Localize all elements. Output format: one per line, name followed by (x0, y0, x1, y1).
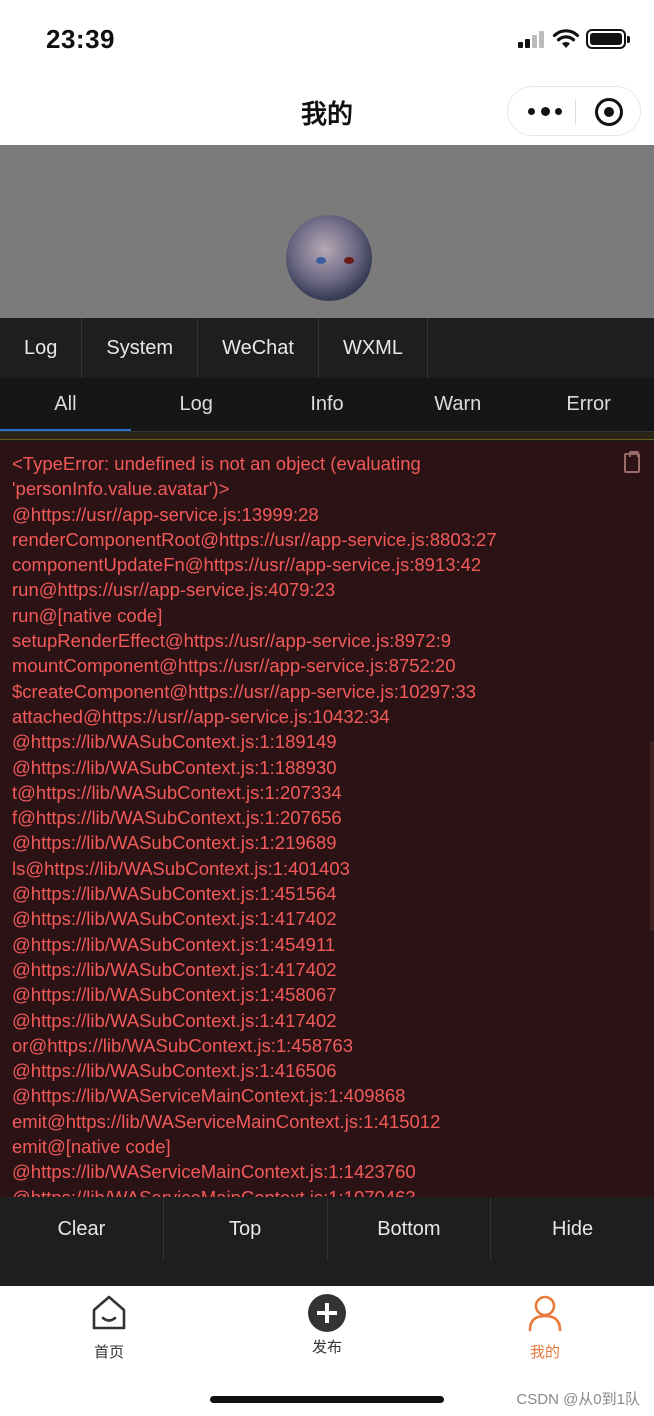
profile-header (0, 145, 654, 318)
log-line: run@https://usr//app-service.js:4079:23 (12, 579, 336, 601)
log-line: @https://lib/WASubContext.js:1:458067 (12, 984, 337, 1006)
log-line: @https://lib/WASubContext.js:1:189149 (12, 731, 337, 753)
log-line: $createComponent@https://usr//app-servic… (12, 680, 477, 702)
log-line: renderComponentRoot@https://usr//app-ser… (12, 528, 497, 550)
console-toolbar: Clear Top Bottom Hide (0, 1197, 654, 1286)
wifi-icon (552, 29, 580, 48)
log-line: mountComponent@https://usr//app-service.… (12, 655, 456, 677)
close-miniprogram-icon[interactable] (595, 98, 623, 126)
tab-mine-label: 我的 (529, 1344, 560, 1361)
tab-publish[interactable]: 发布 (272, 1294, 382, 1357)
log-line: <TypeError: undefined is not an object (… (12, 453, 421, 474)
log-line: emit@https://lib/WAServiceMainContext.js… (12, 1110, 441, 1132)
log-line: @https://lib/WASubContext.js:1:416506 (12, 1060, 337, 1082)
tab-mine[interactable]: 我的 (490, 1294, 600, 1362)
avatar[interactable] (286, 215, 372, 301)
log-line: componentUpdateFn@https://usr//app-servi… (12, 554, 482, 576)
status-bar: 23:39 (0, 0, 654, 82)
log-line: or@https://lib/WASubContext.js:1:458763 (12, 1034, 353, 1056)
log-line: f@https://lib/WASubContext.js:1:207656 (12, 807, 342, 829)
log-line: run@[native code] (12, 604, 163, 626)
subtab-warn[interactable]: Warn (392, 378, 523, 431)
console-subtabs: All Log Info Warn Error (0, 378, 654, 432)
top-button[interactable]: Top (164, 1197, 328, 1261)
log-line: @https://lib/WASubContext.js:1:417402 (12, 1009, 337, 1031)
scrollbar[interactable] (650, 741, 654, 931)
clear-button[interactable]: Clear (0, 1197, 164, 1261)
log-line: @https://lib/WASubContext.js:1:417402 (12, 908, 337, 930)
subtab-error[interactable]: Error (523, 378, 654, 431)
subtab-info[interactable]: Info (262, 378, 393, 431)
bottom-button[interactable]: Bottom (328, 1197, 492, 1261)
log-line: @https://lib/WAServiceMainContext.js:1:4… (12, 1085, 406, 1107)
watermark: CSDN @从0到1队 (516, 1391, 640, 1408)
home-indicator (210, 1396, 444, 1403)
log-line: @https://lib/WASubContext.js:1:219689 (12, 832, 337, 854)
subtab-all[interactable]: All (0, 378, 131, 431)
tab-system[interactable]: System (82, 318, 199, 378)
tab-publish-label: 发布 (311, 1339, 342, 1356)
status-time: 23:39 (46, 24, 115, 54)
nav-bar: 我的 (0, 82, 654, 145)
battery-icon (586, 29, 630, 49)
tab-home[interactable]: 首页 (54, 1294, 164, 1362)
capsule-divider (575, 99, 576, 125)
log-line: @https://lib/WASubContext.js:1:188930 (12, 756, 337, 778)
hide-button[interactable]: Hide (491, 1197, 654, 1261)
tab-wxml[interactable]: WXML (319, 318, 428, 378)
console-tabs: Log System WeChat WXML (0, 318, 654, 378)
tab-log[interactable]: Log (0, 318, 83, 378)
log-line: @https://lib/WASubContext.js:1:417402 (12, 958, 337, 980)
vconsole-panel: Log System WeChat WXML All Log Info Warn… (0, 318, 654, 1286)
tab-home-label: 首页 (93, 1344, 124, 1361)
log-line: emit@[native code] (12, 1136, 171, 1158)
home-icon (92, 1295, 126, 1330)
log-line: 'personInfo.value.avatar')> (12, 478, 230, 500)
copy-icon[interactable] (624, 451, 640, 473)
cellular-signal-icon (518, 30, 546, 48)
log-line: @https://lib/WAServiceMainContext.js:1:1… (12, 1185, 642, 1197)
log-line: @https://lib/WASubContext.js:1:451564 (12, 883, 337, 905)
log-line: @https://usr//app-service.js:13999:28 (12, 503, 319, 525)
error-log-entry[interactable]: <TypeError: undefined is not an object (… (0, 441, 654, 1197)
log-line: @https://lib/WAServiceMainContext.js:1:1… (12, 1161, 416, 1183)
subtab-log[interactable]: Log (131, 378, 262, 431)
more-icon[interactable] (528, 103, 562, 119)
tab-wechat[interactable]: WeChat (198, 318, 319, 378)
log-line: ls@https://lib/WASubContext.js:1:401403 (12, 857, 350, 879)
miniprogram-capsule (507, 86, 641, 136)
log-line: setupRenderEffect@https://usr//app-servi… (12, 630, 452, 652)
warn-entry-divider (0, 432, 654, 440)
log-line: @https://lib/WASubContext.js:1:454911 (12, 933, 336, 955)
plus-circle-icon (308, 1294, 346, 1332)
user-icon (528, 1295, 562, 1332)
log-line: t@https://lib/WASubContext.js:1:207334 (12, 781, 342, 803)
log-line: attached@https://usr//app-service.js:104… (12, 705, 390, 727)
